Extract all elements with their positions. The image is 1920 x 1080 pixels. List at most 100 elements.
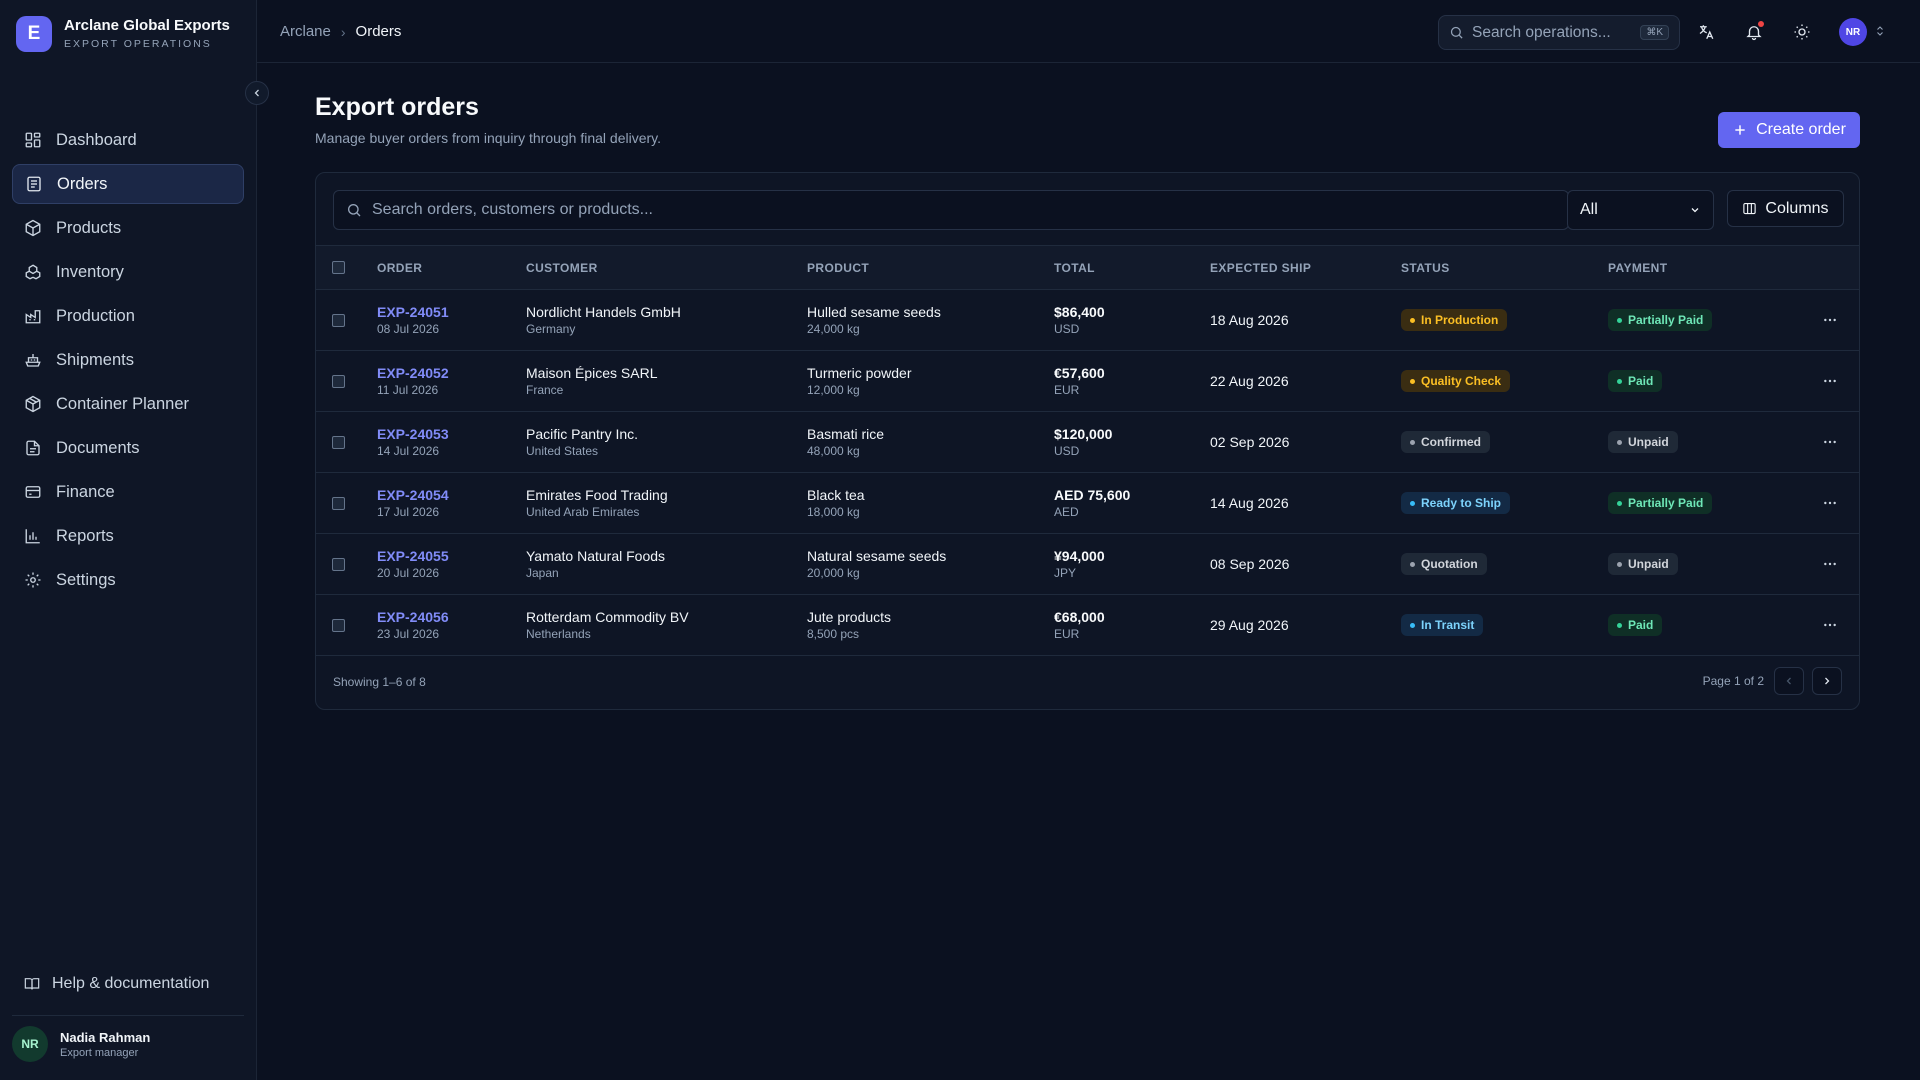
table-row[interactable]: EXP-24051 08 Jul 2026 Nordlicht Handels G… — [316, 290, 1859, 351]
table-row[interactable]: EXP-24052 11 Jul 2026 Maison Épices SARL F… — [316, 351, 1859, 412]
table-row[interactable]: EXP-24053 14 Jul 2026 Pacific Pantry Inc.… — [316, 412, 1859, 473]
expected-ship-date: 22 Aug 2026 — [1210, 373, 1289, 389]
row-checkbox[interactable] — [332, 618, 345, 632]
payment-badge: Unpaid — [1608, 553, 1678, 575]
sidebar-item-shipments[interactable]: Shipments — [12, 340, 244, 380]
table-row[interactable]: EXP-24056 23 Jul 2026 Rotterdam Commodity… — [316, 595, 1859, 656]
search-icon — [1449, 25, 1464, 40]
sidebar-item-documents[interactable]: Documents — [12, 428, 244, 468]
breadcrumb-current: Orders — [355, 23, 402, 40]
order-currency: EUR — [1054, 382, 1080, 397]
row-actions-button[interactable] — [1800, 373, 1859, 389]
theme-toggle-button[interactable] — [1791, 21, 1813, 43]
row-actions-button[interactable] — [1800, 556, 1859, 572]
orders-search-placeholder: Search orders, customers or products... — [372, 201, 653, 218]
row-checkbox[interactable] — [332, 374, 345, 388]
row-actions-button[interactable] — [1800, 617, 1859, 633]
payment-dot — [1617, 561, 1622, 567]
page-title: Export orders — [315, 93, 479, 121]
collapse-sidebar-button[interactable] — [245, 81, 269, 105]
payment-label: Paid — [1628, 374, 1654, 388]
column-header-total[interactable]: TOTAL — [1054, 246, 1210, 290]
next-page-button[interactable] — [1812, 667, 1842, 695]
product-name: Jute products — [807, 608, 892, 625]
status-dot — [1410, 622, 1415, 628]
orders-search-input[interactable]: Search orders, customers or products... — [333, 190, 1569, 230]
create-order-label: Create order — [1756, 121, 1846, 138]
customer-country: France — [526, 382, 564, 397]
row-checkbox[interactable] — [332, 557, 345, 571]
status-dot — [1410, 561, 1415, 567]
order-currency: JPY — [1054, 565, 1077, 580]
avatar[interactable]: NR — [1839, 18, 1867, 46]
product-quantity: 18,000 kg — [807, 504, 860, 519]
sidebar-item-inventory[interactable]: Inventory — [12, 252, 244, 292]
customer-name: Yamato Natural Foods — [526, 547, 666, 564]
row-checkbox[interactable] — [332, 435, 345, 449]
order-id-link[interactable]: EXP-24051 — [377, 304, 526, 321]
column-header-actions — [1800, 246, 1859, 290]
column-header-payment[interactable]: PAYMENT — [1608, 246, 1800, 290]
create-order-button[interactable]: Create order — [1718, 112, 1860, 148]
column-header-order[interactable]: ORDER — [377, 246, 526, 290]
more-horizontal-icon — [1822, 434, 1838, 450]
order-id-link[interactable]: EXP-24053 — [377, 426, 526, 443]
column-header-customer[interactable]: CUSTOMER — [526, 246, 807, 290]
user-profile[interactable]: NR Nadia Rahman Export manager — [12, 1026, 150, 1062]
previous-page-button[interactable] — [1774, 667, 1804, 695]
row-checkbox[interactable] — [332, 313, 345, 327]
sidebar-item-finance[interactable]: Finance — [12, 472, 244, 512]
status-filter-select[interactable]: All — [1567, 190, 1714, 230]
customer-name: Rotterdam Commodity BV — [526, 608, 689, 625]
plus-icon — [1732, 122, 1748, 138]
products-icon — [24, 219, 42, 237]
order-id-link[interactable]: EXP-24055 — [377, 548, 526, 565]
sidebar-item-label: Dashboard — [56, 130, 137, 149]
expected-ship-date: 14 Aug 2026 — [1210, 495, 1289, 511]
global-search-input[interactable]: Search operations... ⌘K — [1438, 15, 1680, 50]
sidebar-item-container-planner[interactable]: Container Planner — [12, 384, 244, 424]
language-button[interactable] — [1695, 21, 1717, 43]
status-badge: Ready to Ship — [1401, 492, 1511, 514]
chevron-left-icon — [251, 87, 263, 99]
customer-name: Emirates Food Trading — [526, 486, 668, 503]
order-date: 20 Jul 2026 — [377, 565, 440, 580]
row-checkbox[interactable] — [332, 496, 345, 510]
sidebar-item-dashboard[interactable]: Dashboard — [12, 120, 244, 160]
reports-icon — [24, 527, 42, 545]
sidebar-item-orders[interactable]: Orders — [12, 164, 244, 204]
chevron-up-down-icon[interactable] — [1874, 24, 1886, 38]
brand[interactable]: E Arclane Global Exports EXPORT OPERATIO… — [16, 16, 230, 52]
sidebar-item-label: Reports — [56, 526, 114, 545]
sidebar-item-settings[interactable]: Settings — [12, 560, 244, 600]
sidebar-item-reports[interactable]: Reports — [12, 516, 244, 556]
order-id-link[interactable]: EXP-24052 — [377, 365, 526, 382]
notifications-button[interactable] — [1743, 21, 1765, 43]
row-actions-button[interactable] — [1800, 495, 1859, 511]
column-header-status[interactable]: STATUS — [1401, 246, 1608, 290]
order-id-link[interactable]: EXP-24054 — [377, 487, 526, 504]
help-link[interactable]: Help & documentation — [24, 975, 209, 993]
select-all-checkbox[interactable] — [332, 261, 345, 274]
payment-label: Paid — [1628, 618, 1654, 632]
payment-label: Partially Paid — [1628, 496, 1704, 510]
payment-dot — [1617, 622, 1622, 628]
columns-button[interactable]: Columns — [1727, 190, 1844, 227]
table-row[interactable]: EXP-24055 20 Jul 2026 Yamato Natural Food… — [316, 534, 1859, 595]
sidebar-item-products[interactable]: Products — [12, 208, 244, 248]
breadcrumb-item[interactable]: Arclane — [280, 23, 331, 40]
column-header-product[interactable]: PRODUCT — [807, 246, 1054, 290]
row-actions-button[interactable] — [1800, 434, 1859, 450]
customer-country: Japan — [526, 565, 559, 580]
order-id-link[interactable]: EXP-24056 — [377, 609, 526, 626]
columns-label: Columns — [1765, 199, 1829, 217]
status-badge: In Transit — [1401, 614, 1484, 636]
sidebar-nav: Dashboard Orders Products Inventory Prod… — [12, 120, 244, 604]
table-row[interactable]: EXP-24054 17 Jul 2026 Emirates Food Tradi… — [316, 473, 1859, 534]
sidebar-item-production[interactable]: Production — [12, 296, 244, 336]
chevron-right-icon: › — [340, 23, 346, 40]
column-header-expected-ship[interactable]: EXPECTED SHIP — [1210, 246, 1401, 290]
row-actions-button[interactable] — [1800, 312, 1859, 328]
sidebar-item-label: Finance — [56, 482, 115, 501]
table-header-row: ORDER CUSTOMER PRODUCT TOTAL EXPECTED SH… — [316, 245, 1859, 290]
